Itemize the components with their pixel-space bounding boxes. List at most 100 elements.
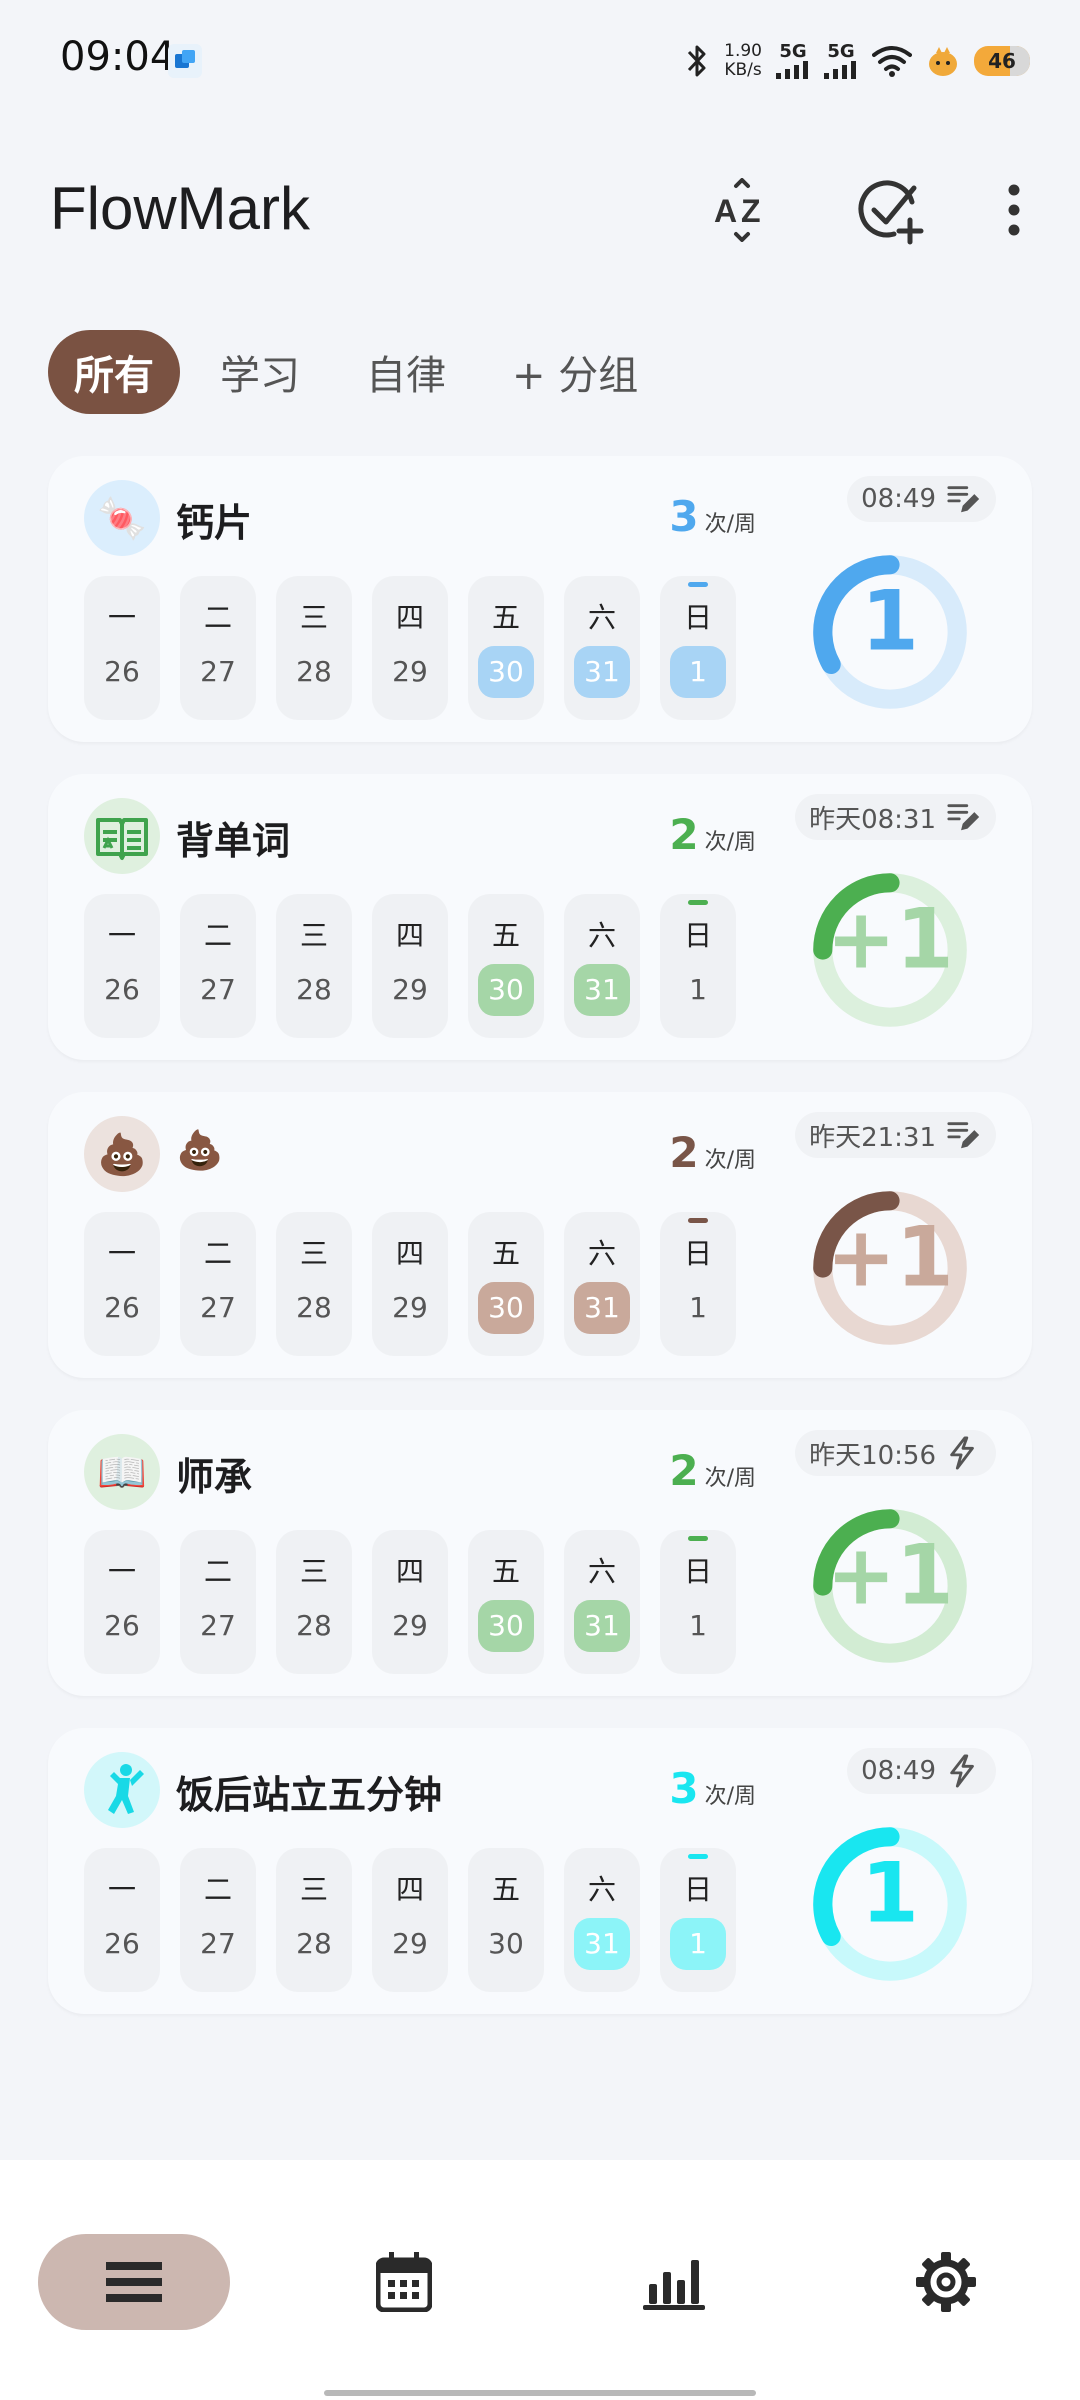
weekday-label: 日 (683, 1237, 712, 1270)
day-cell[interactable]: 五 30 (468, 1530, 544, 1674)
home-indicator[interactable] (324, 2390, 756, 2396)
progress-ring[interactable]: 1 (810, 1824, 970, 1984)
day-cell[interactable]: 四 29 (372, 576, 448, 720)
add-group-button[interactable]: + 分组 (486, 330, 664, 414)
day-cell[interactable]: 二 27 (180, 894, 256, 1038)
date-label: 1 (670, 646, 726, 698)
habit-card[interactable]: 📖 师承 2 次/周一 26 二 27 三 28 四 29 五 30 六 31 日 1 昨天10:56 +1 (48, 1410, 1032, 1696)
habit-card[interactable]: 背单词 2 次/周一 26 二 27 三 28 四 29 五 30 六 31 日 1 昨天08:31 +1 (48, 774, 1032, 1060)
lightning-icon (950, 1754, 974, 1788)
weekday-label: 二 (203, 1873, 232, 1906)
day-cell[interactable]: 一 26 (84, 576, 160, 720)
date-label: 1 (670, 1918, 726, 1970)
day-cell[interactable]: 六 31 (564, 576, 640, 720)
day-cell[interactable]: 二 27 (180, 1848, 256, 1992)
habit-card[interactable]: 🍬 钙片 3 次/周一 26 二 27 三 28 四 29 五 30 六 31 日 1 08:49 1 (48, 456, 1032, 742)
day-cell[interactable]: 日1 (660, 1530, 736, 1674)
date-label: 30 (478, 1600, 534, 1652)
frequency-unit: 次/周 (704, 512, 756, 537)
weekday-label: 二 (203, 1237, 232, 1270)
day-cell[interactable]: 二 27 (180, 576, 256, 720)
date-label: 27 (200, 1609, 236, 1642)
day-cell[interactable]: 四 29 (372, 1848, 448, 1992)
tab-all[interactable]: 所有 (48, 330, 180, 414)
today-indicator (688, 1854, 708, 1859)
bottom-navigation (0, 2160, 1080, 2400)
progress-ring-label: +1 (826, 1527, 954, 1624)
last-checkin-time: 08:49 (861, 484, 936, 514)
day-cell[interactable]: 五 30 (468, 1212, 544, 1356)
add-habit-button[interactable] (850, 170, 930, 250)
frequency-unit: 次/周 (704, 1784, 756, 1809)
date-label: 30 (488, 1927, 524, 1960)
day-cell[interactable]: 二 27 (180, 1212, 256, 1356)
last-checkin[interactable]: 08:49 (847, 1748, 996, 1794)
progress-ring[interactable]: +1 (810, 870, 970, 1030)
book-icon (84, 798, 160, 874)
last-checkin[interactable]: 昨天08:31 (795, 794, 996, 840)
weekday-label: 六 (587, 919, 616, 952)
day-cell[interactable]: 三 28 (276, 576, 352, 720)
day-cell[interactable]: 三 28 (276, 1212, 352, 1356)
svg-text:📖: 📖 (97, 1450, 147, 1496)
date-label: 29 (392, 655, 428, 688)
last-checkin-time: 昨天21:31 (809, 1122, 936, 1153)
day-cell[interactable]: 六 31 (564, 1530, 640, 1674)
nav-statistics[interactable] (610, 2234, 738, 2330)
progress-ring-label: 1 (861, 1845, 919, 1942)
poop-icon: 💩 (84, 1116, 160, 1192)
habit-frequency: 2 次/周 (669, 1128, 756, 1177)
network-speed: 1.90 KB/s (724, 41, 762, 80)
battery-indicator: 46 (974, 46, 1030, 76)
date-label: 29 (392, 1291, 428, 1324)
day-cell[interactable]: 三 28 (276, 1530, 352, 1674)
day-cell[interactable]: 日1 (660, 1212, 736, 1356)
day-cell[interactable]: 三 28 (276, 894, 352, 1038)
nav-habits[interactable] (38, 2234, 230, 2330)
week-days: 一 26 二 27 三 28 四 29 五 30 六 31 日 1 (84, 576, 736, 720)
frequency-count: 3 (669, 492, 699, 541)
last-checkin[interactable]: 08:49 (847, 476, 996, 522)
frequency-unit: 次/周 (704, 1148, 756, 1173)
progress-ring[interactable]: 1 (810, 552, 970, 712)
today-indicator (688, 1218, 708, 1223)
day-cell[interactable]: 六 31 (564, 1212, 640, 1356)
sort-az-button[interactable]: A Z (702, 170, 782, 250)
day-cell[interactable]: 四 29 (372, 894, 448, 1038)
day-cell[interactable]: 三 28 (276, 1848, 352, 1992)
day-cell[interactable]: 五 30 (468, 576, 544, 720)
progress-ring[interactable]: +1 (810, 1506, 970, 1666)
day-cell[interactable]: 五 30 (468, 894, 544, 1038)
tab-study[interactable]: 学习 (194, 330, 326, 414)
day-cell[interactable]: 五 30 (468, 1848, 544, 1992)
habit-card[interactable]: 饭后站立五分钟 3 次/周一 26 二 27 三 28 四 29 五 30 六 31 日 1 08:49 1 (48, 1728, 1032, 2014)
last-checkin[interactable]: 昨天21:31 (795, 1112, 996, 1158)
nav-calendar[interactable] (340, 2234, 468, 2330)
weekday-label: 四 (395, 1555, 424, 1588)
date-label: 26 (104, 1609, 140, 1642)
more-options-button[interactable] (974, 170, 1054, 250)
day-cell[interactable]: 一 26 (84, 1212, 160, 1356)
day-cell[interactable]: 一 26 (84, 1848, 160, 1992)
progress-ring[interactable]: +1 (810, 1188, 970, 1348)
day-cell[interactable]: 日1 (660, 1848, 736, 1992)
day-cell[interactable]: 四 29 (372, 1530, 448, 1674)
day-cell[interactable]: 日1 (660, 894, 736, 1038)
day-cell[interactable]: 六 31 (564, 1848, 640, 1992)
day-cell[interactable]: 日1 (660, 576, 736, 720)
tab-discipline[interactable]: 自律 (340, 330, 472, 414)
nav-settings[interactable] (882, 2234, 1010, 2330)
day-cell[interactable]: 二 27 (180, 1530, 256, 1674)
frequency-count: 2 (669, 1446, 699, 1495)
last-checkin[interactable]: 昨天10:56 (795, 1430, 996, 1476)
day-cell[interactable]: 四 29 (372, 1212, 448, 1356)
date-label: 28 (296, 1291, 332, 1324)
chart-icon (643, 2260, 705, 2310)
date-label: 27 (200, 1291, 236, 1324)
habit-card[interactable]: 💩 💩 2 次/周一 26 二 27 三 28 四 29 五 30 六 31 日 1 昨天21:31 +1 (48, 1092, 1032, 1378)
day-cell[interactable]: 一 26 (84, 1530, 160, 1674)
weekday-label: 一 (107, 1237, 136, 1270)
day-cell[interactable]: 一 26 (84, 894, 160, 1038)
day-cell[interactable]: 六 31 (564, 894, 640, 1038)
weekday-label: 三 (299, 919, 328, 952)
